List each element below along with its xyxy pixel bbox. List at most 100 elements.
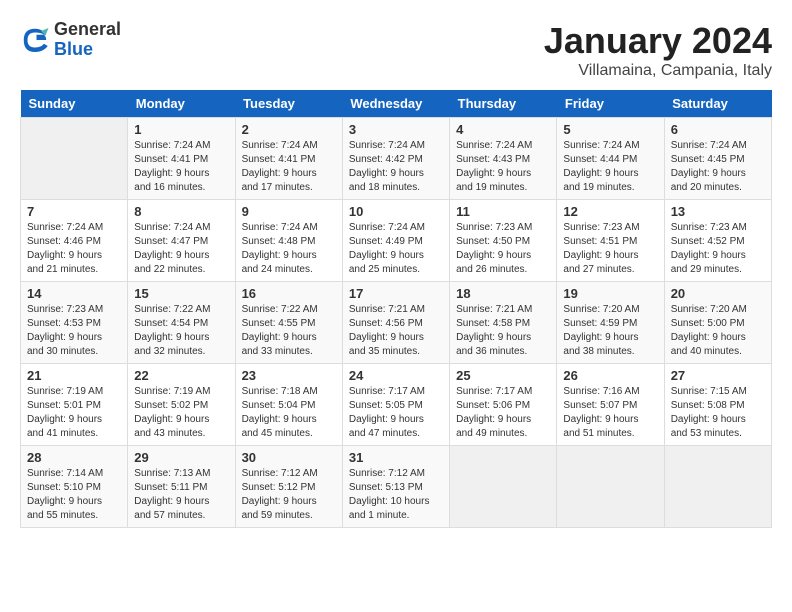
day-info: Sunrise: 7:19 AMSunset: 5:02 PMDaylight:… bbox=[134, 385, 228, 441]
day-number: 1 bbox=[134, 122, 228, 137]
day-info: Sunrise: 7:21 AMSunset: 4:56 PMDaylight:… bbox=[349, 303, 443, 359]
day-number: 16 bbox=[242, 286, 336, 301]
day-cell: 17 Sunrise: 7:21 AMSunset: 4:56 PMDayligh… bbox=[342, 282, 449, 364]
header-row: SundayMondayTuesdayWednesdayThursdayFrid… bbox=[21, 90, 772, 118]
day-info: Sunrise: 7:17 AMSunset: 5:05 PMDaylight:… bbox=[349, 385, 443, 441]
logo-text: General Blue bbox=[54, 20, 121, 60]
day-info: Sunrise: 7:22 AMSunset: 4:54 PMDaylight:… bbox=[134, 303, 228, 359]
day-cell bbox=[557, 446, 664, 528]
day-info: Sunrise: 7:24 AMSunset: 4:45 PMDaylight:… bbox=[671, 139, 765, 195]
day-cell: 7Sunrise: 7:24 AMSunset: 4:46 PMDaylight… bbox=[21, 200, 128, 282]
day-cell: 15 Sunrise: 7:22 AMSunset: 4:54 PMDayligh… bbox=[128, 282, 235, 364]
day-number: 30 bbox=[242, 450, 336, 465]
day-info: Sunrise: 7:20 AMSunset: 4:59 PMDaylight:… bbox=[563, 303, 657, 359]
day-number: 2 bbox=[242, 122, 336, 137]
day-number: 27 bbox=[671, 368, 765, 383]
day-info: Sunrise: 7:12 AMSunset: 5:13 PMDaylight:… bbox=[349, 467, 443, 523]
day-number: 18 bbox=[456, 286, 550, 301]
day-cell: 9 Sunrise: 7:24 AMSunset: 4:48 PMDaylight… bbox=[235, 200, 342, 282]
day-number: 28 bbox=[27, 450, 121, 465]
calendar-table: SundayMondayTuesdayWednesdayThursdayFrid… bbox=[20, 90, 772, 528]
logo-icon bbox=[20, 25, 50, 55]
day-cell: 8Sunrise: 7:24 AMSunset: 4:47 PMDaylight… bbox=[128, 200, 235, 282]
day-cell: 25 Sunrise: 7:17 AMSunset: 5:06 PMDayligh… bbox=[450, 364, 557, 446]
day-cell: 29 Sunrise: 7:13 AMSunset: 5:11 PMDayligh… bbox=[128, 446, 235, 528]
day-cell: 22 Sunrise: 7:19 AMSunset: 5:02 PMDayligh… bbox=[128, 364, 235, 446]
day-cell: 21 Sunrise: 7:19 AMSunset: 5:01 PMDayligh… bbox=[21, 364, 128, 446]
day-number: 23 bbox=[242, 368, 336, 383]
day-number: 4 bbox=[456, 122, 550, 137]
day-number: 7 bbox=[27, 204, 121, 219]
day-info: Sunrise: 7:22 AMSunset: 4:55 PMDaylight:… bbox=[242, 303, 336, 359]
day-cell: 28 Sunrise: 7:14 AMSunset: 5:10 PMDayligh… bbox=[21, 446, 128, 528]
day-number: 12 bbox=[563, 204, 657, 219]
day-info: Sunrise: 7:13 AMSunset: 5:11 PMDaylight:… bbox=[134, 467, 228, 523]
header-day-friday: Friday bbox=[557, 90, 664, 118]
day-cell: 10Sunrise: 7:24 AMSunset: 4:49 PMDayligh… bbox=[342, 200, 449, 282]
day-cell: 14Sunrise: 7:23 AMSunset: 4:53 PMDayligh… bbox=[21, 282, 128, 364]
day-number: 26 bbox=[563, 368, 657, 383]
day-info: Sunrise: 7:18 AMSunset: 5:04 PMDaylight:… bbox=[242, 385, 336, 441]
day-number: 24 bbox=[349, 368, 443, 383]
calendar-body: 1 Sunrise: 7:24 AMSunset: 4:41 PMDaylight… bbox=[21, 118, 772, 528]
day-number: 19 bbox=[563, 286, 657, 301]
day-number: 22 bbox=[134, 368, 228, 383]
day-info: Sunrise: 7:23 AMSunset: 4:51 PMDaylight:… bbox=[563, 221, 657, 277]
day-info: Sunrise: 7:24 AMSunset: 4:49 PMDaylight:… bbox=[349, 221, 443, 277]
day-info: Sunrise: 7:24 AMSunset: 4:44 PMDaylight:… bbox=[563, 139, 657, 195]
day-cell: 27 Sunrise: 7:15 AMSunset: 5:08 PMDayligh… bbox=[664, 364, 771, 446]
day-info: Sunrise: 7:21 AMSunset: 4:58 PMDaylight:… bbox=[456, 303, 550, 359]
day-number: 31 bbox=[349, 450, 443, 465]
logo: General Blue bbox=[20, 20, 121, 60]
day-cell: 1 Sunrise: 7:24 AMSunset: 4:41 PMDaylight… bbox=[128, 118, 235, 200]
week-row-4: 21 Sunrise: 7:19 AMSunset: 5:01 PMDayligh… bbox=[21, 364, 772, 446]
day-number: 29 bbox=[134, 450, 228, 465]
week-row-2: 7Sunrise: 7:24 AMSunset: 4:46 PMDaylight… bbox=[21, 200, 772, 282]
day-cell: 3 Sunrise: 7:24 AMSunset: 4:42 PMDaylight… bbox=[342, 118, 449, 200]
header-day-sunday: Sunday bbox=[21, 90, 128, 118]
day-cell: 30 Sunrise: 7:12 AMSunset: 5:12 PMDayligh… bbox=[235, 446, 342, 528]
day-number: 21 bbox=[27, 368, 121, 383]
title-block: January 2024 Villamaina, Campania, Italy bbox=[544, 20, 772, 80]
day-info: Sunrise: 7:20 AMSunset: 5:00 PMDaylight:… bbox=[671, 303, 765, 359]
day-cell: 18 Sunrise: 7:21 AMSunset: 4:58 PMDayligh… bbox=[450, 282, 557, 364]
day-cell: 4 Sunrise: 7:24 AMSunset: 4:43 PMDaylight… bbox=[450, 118, 557, 200]
header-day-wednesday: Wednesday bbox=[342, 90, 449, 118]
month-title: January 2024 bbox=[544, 20, 772, 62]
day-info: Sunrise: 7:24 AMSunset: 4:48 PMDaylight:… bbox=[242, 221, 336, 277]
day-cell bbox=[21, 118, 128, 200]
header-day-tuesday: Tuesday bbox=[235, 90, 342, 118]
day-cell: 6 Sunrise: 7:24 AMSunset: 4:45 PMDaylight… bbox=[664, 118, 771, 200]
day-number: 13 bbox=[671, 204, 765, 219]
day-cell: 11 Sunrise: 7:23 AMSunset: 4:50 PMDayligh… bbox=[450, 200, 557, 282]
day-number: 5 bbox=[563, 122, 657, 137]
day-number: 17 bbox=[349, 286, 443, 301]
logo-general-text: General bbox=[54, 19, 121, 39]
day-number: 3 bbox=[349, 122, 443, 137]
day-info: Sunrise: 7:24 AMSunset: 4:43 PMDaylight:… bbox=[456, 139, 550, 195]
day-number: 6 bbox=[671, 122, 765, 137]
day-info: Sunrise: 7:12 AMSunset: 5:12 PMDaylight:… bbox=[242, 467, 336, 523]
calendar-header: SundayMondayTuesdayWednesdayThursdayFrid… bbox=[21, 90, 772, 118]
day-number: 25 bbox=[456, 368, 550, 383]
page-header: General Blue January 2024 Villamaina, Ca… bbox=[20, 20, 772, 80]
day-info: Sunrise: 7:15 AMSunset: 5:08 PMDaylight:… bbox=[671, 385, 765, 441]
header-day-thursday: Thursday bbox=[450, 90, 557, 118]
day-info: Sunrise: 7:23 AMSunset: 4:50 PMDaylight:… bbox=[456, 221, 550, 277]
day-info: Sunrise: 7:23 AMSunset: 4:53 PMDaylight:… bbox=[27, 303, 121, 359]
day-cell: 5 Sunrise: 7:24 AMSunset: 4:44 PMDaylight… bbox=[557, 118, 664, 200]
logo-blue-text: Blue bbox=[54, 39, 93, 59]
day-cell: 16 Sunrise: 7:22 AMSunset: 4:55 PMDayligh… bbox=[235, 282, 342, 364]
day-number: 15 bbox=[134, 286, 228, 301]
day-info: Sunrise: 7:14 AMSunset: 5:10 PMDaylight:… bbox=[27, 467, 121, 523]
week-row-3: 14Sunrise: 7:23 AMSunset: 4:53 PMDayligh… bbox=[21, 282, 772, 364]
day-cell bbox=[450, 446, 557, 528]
day-info: Sunrise: 7:24 AMSunset: 4:42 PMDaylight:… bbox=[349, 139, 443, 195]
day-number: 8 bbox=[134, 204, 228, 219]
day-info: Sunrise: 7:17 AMSunset: 5:06 PMDaylight:… bbox=[456, 385, 550, 441]
day-info: Sunrise: 7:24 AMSunset: 4:41 PMDaylight:… bbox=[134, 139, 228, 195]
day-number: 9 bbox=[242, 204, 336, 219]
day-number: 11 bbox=[456, 204, 550, 219]
day-cell: 13Sunrise: 7:23 AMSunset: 4:52 PMDayligh… bbox=[664, 200, 771, 282]
day-info: Sunrise: 7:19 AMSunset: 5:01 PMDaylight:… bbox=[27, 385, 121, 441]
